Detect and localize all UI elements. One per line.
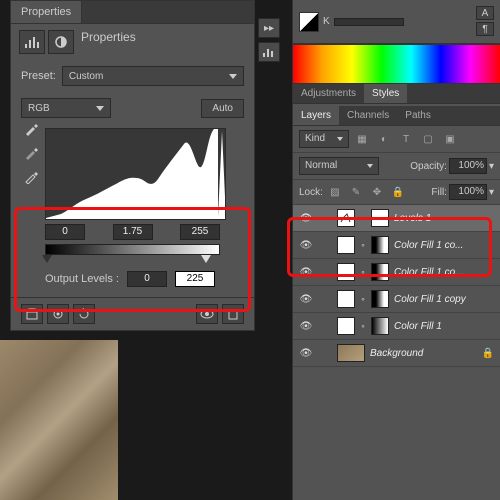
lock-label: Lock: xyxy=(299,187,323,198)
color-spectrum[interactable] xyxy=(293,44,500,84)
collapsed-dock: ▸▸ xyxy=(258,18,280,62)
text-tool-icon[interactable]: A xyxy=(476,6,494,20)
visibility-toggle[interactable]: 👁 xyxy=(299,267,313,278)
layer-name[interactable]: Levels 1 xyxy=(394,213,494,224)
fill-thumb[interactable] xyxy=(337,290,355,308)
opacity-label: Opacity: xyxy=(410,161,447,172)
filter-smart-icon[interactable]: ▣ xyxy=(441,131,459,147)
mask-thumb[interactable] xyxy=(371,317,389,335)
opacity-field[interactable]: 100% xyxy=(449,158,487,174)
layers-list: 👁 ∘ Levels 1 👁 ∘ Color Fill 1 co... 👁 ∘ … xyxy=(293,205,500,367)
levels-icon[interactable] xyxy=(19,30,45,54)
clip-icon[interactable] xyxy=(21,304,43,324)
layer-levels-1[interactable]: 👁 ∘ Levels 1 xyxy=(293,205,500,232)
adjustment-thumb-icon[interactable] xyxy=(337,209,355,227)
mask-thumb[interactable] xyxy=(371,263,389,281)
canvas-rock-image xyxy=(0,340,118,500)
bg-thumb[interactable] xyxy=(337,344,365,362)
input-white-field[interactable]: 255 xyxy=(180,224,220,240)
lock-transparency-icon[interactable]: ▨ xyxy=(326,184,344,200)
lock-pixels-icon[interactable]: ✎ xyxy=(347,184,365,200)
layer-name[interactable]: Color Fill 1 copy xyxy=(394,294,494,305)
opacity-chevron-icon[interactable]: ▾ xyxy=(489,161,494,172)
visibility-toggle[interactable]: 👁 xyxy=(299,213,313,224)
output-black-field[interactable]: 0 xyxy=(127,271,167,287)
input-black-field[interactable]: 0 xyxy=(45,224,85,240)
output-black-handle[interactable] xyxy=(42,255,52,263)
layer-name[interactable]: Color Fill 1 xyxy=(394,321,494,332)
channel-select[interactable]: RGB xyxy=(21,98,111,118)
layer-colorfill-co-2[interactable]: 👁 ∘ Color Fill 1 co... xyxy=(293,259,500,286)
auto-button[interactable]: Auto xyxy=(201,99,244,118)
lock-position-icon[interactable]: ✥ xyxy=(368,184,386,200)
output-white-handle[interactable] xyxy=(201,255,211,263)
properties-title: Properties xyxy=(81,30,136,54)
mask-thumb[interactable] xyxy=(371,236,389,254)
visibility-toggle[interactable]: 👁 xyxy=(299,348,313,359)
eyedropper-gray-icon[interactable] xyxy=(23,145,39,161)
filter-adjust-icon[interactable]: ◐ xyxy=(375,131,393,147)
fill-field[interactable]: 100% xyxy=(449,184,487,200)
color-swatch-icon[interactable] xyxy=(299,12,319,32)
eyedropper-black-icon[interactable] xyxy=(23,121,39,137)
channels-tab[interactable]: Channels xyxy=(339,106,397,125)
filter-type-icon[interactable]: T xyxy=(397,131,415,147)
layer-colorfill-1[interactable]: 👁 ∘ Color Fill 1 xyxy=(293,313,500,340)
paragraph-icon[interactable]: ¶ xyxy=(476,22,494,36)
view-previous-icon[interactable] xyxy=(47,304,69,324)
fill-thumb[interactable] xyxy=(337,263,355,281)
histogram xyxy=(45,128,226,220)
visibility-toggle[interactable]: 👁 xyxy=(299,240,313,251)
visibility-icon[interactable] xyxy=(196,304,218,324)
layer-name[interactable]: Color Fill 1 co... xyxy=(394,240,494,251)
filter-shape-icon[interactable]: ▢ xyxy=(419,131,437,147)
mask-thumb[interactable] xyxy=(371,209,389,227)
dock-histogram-icon[interactable] xyxy=(258,42,280,62)
layer-background[interactable]: 👁 Background 🔒 xyxy=(293,340,500,367)
fill-thumb[interactable] xyxy=(337,317,355,335)
mask-thumb[interactable] xyxy=(371,290,389,308)
eyedropper-white-icon[interactable] xyxy=(23,169,39,185)
right-panel-group: K A ¶ Adjustments Styles Layers Channels… xyxy=(292,0,500,500)
k-label: K xyxy=(323,16,330,27)
expand-dock-icon[interactable]: ▸▸ xyxy=(258,18,280,38)
visibility-toggle[interactable]: 👁 xyxy=(299,321,313,332)
properties-panel: Properties Properties Preset: Custom RGB… xyxy=(10,0,255,331)
lock-all-icon[interactable]: 🔒 xyxy=(389,184,407,200)
lock-icon: 🔒 xyxy=(482,348,494,359)
output-gradient-slider[interactable] xyxy=(45,244,220,255)
adjustments-tab[interactable]: Adjustments xyxy=(293,84,364,103)
link-icon: ∘ xyxy=(360,214,366,223)
mask-icon[interactable] xyxy=(48,30,74,54)
visibility-toggle[interactable]: 👁 xyxy=(299,294,313,305)
delete-icon[interactable] xyxy=(222,304,244,324)
layer-colorfill-copy[interactable]: 👁 ∘ Color Fill 1 copy xyxy=(293,286,500,313)
output-levels-label: Output Levels : xyxy=(45,273,119,285)
fill-thumb[interactable] xyxy=(337,236,355,254)
output-white-field[interactable]: 225 xyxy=(175,271,215,287)
fill-label: Fill: xyxy=(431,187,447,198)
layer-colorfill-co-1[interactable]: 👁 ∘ Color Fill 1 co... xyxy=(293,232,500,259)
layers-tab[interactable]: Layers xyxy=(293,106,339,125)
filter-kind-select[interactable]: Kind xyxy=(299,130,349,148)
filter-pixel-icon[interactable]: ▦ xyxy=(353,131,371,147)
layer-name[interactable]: Color Fill 1 co... xyxy=(394,267,494,278)
k-slider[interactable] xyxy=(334,18,404,26)
fill-chevron-icon[interactable]: ▾ xyxy=(489,187,494,198)
layer-name[interactable]: Background xyxy=(370,348,477,359)
paths-tab[interactable]: Paths xyxy=(397,106,439,125)
preset-label: Preset: xyxy=(21,70,56,82)
input-mid-field[interactable]: 1.75 xyxy=(113,224,153,240)
preset-select[interactable]: Custom xyxy=(62,66,244,86)
blend-mode-select[interactable]: Normal xyxy=(299,157,379,175)
styles-tab[interactable]: Styles xyxy=(364,84,407,103)
properties-tab[interactable]: Properties xyxy=(11,1,82,23)
reset-icon[interactable] xyxy=(73,304,95,324)
